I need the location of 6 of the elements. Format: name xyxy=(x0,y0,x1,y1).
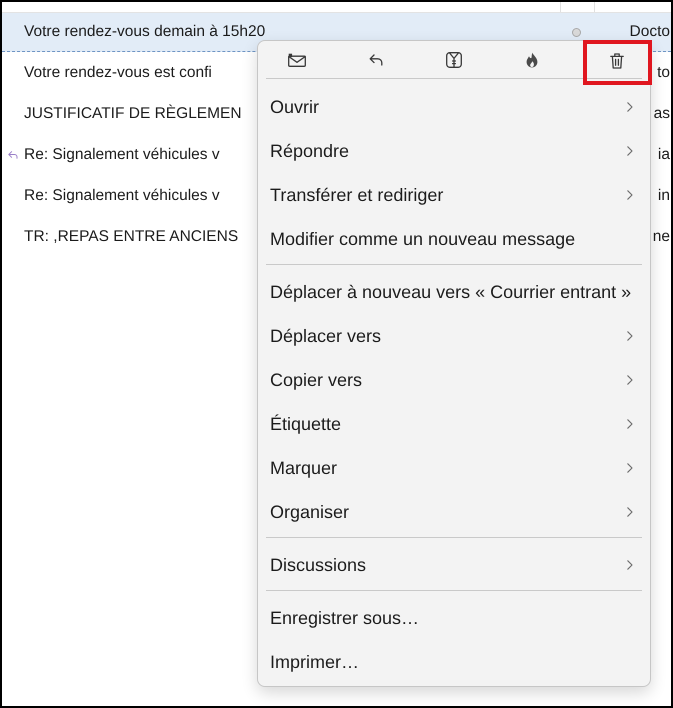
sender-text: Docto xyxy=(630,23,670,40)
message-subject: Votre rendez-vous demain à 15h20 xyxy=(24,23,266,40)
sender-text: ia xyxy=(658,146,670,163)
sender-text: to xyxy=(657,64,670,81)
message-subject: Votre rendez-vous est confi xyxy=(24,64,212,81)
message-subject: Re: Signalement véhicules v xyxy=(24,146,220,163)
